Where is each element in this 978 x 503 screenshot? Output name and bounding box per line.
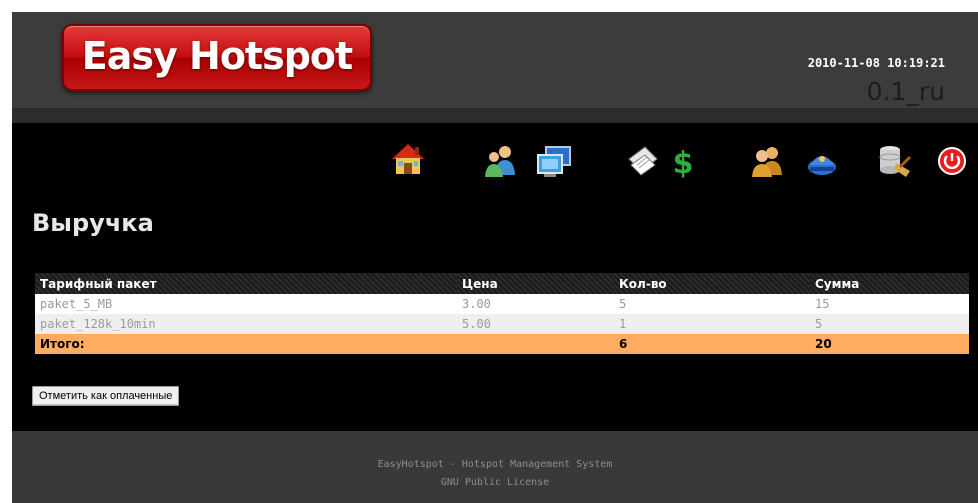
column-header-price: Цена (457, 273, 614, 294)
revenue-table: Тарифный пакет Цена Кол-во Сумма paket_5… (35, 273, 969, 354)
column-header-sum: Сумма (810, 273, 969, 294)
table-row: paket_128k_10min 5.00 1 5 (35, 314, 969, 334)
version-label: 0.1_ru (866, 77, 945, 106)
footer-license: GNU Public License (440, 477, 550, 488)
table-header-row: Тарифный пакет Цена Кол-во Сумма (35, 273, 969, 294)
power-icon[interactable] (936, 145, 972, 181)
total-price (457, 334, 614, 354)
total-qty: 6 (614, 334, 810, 354)
logo[interactable]: Easy Hotspot (62, 24, 372, 91)
footer-system-name: EasyHotspot - Hotspot Management System (377, 459, 613, 470)
sum-cell: 15 (810, 294, 969, 314)
total-sum: 20 (810, 334, 969, 354)
divider (12, 109, 978, 123)
qty-cell: 1 (614, 314, 810, 334)
police-icon[interactable] (804, 145, 840, 181)
column-header-package: Тарифный пакет (35, 273, 457, 294)
page-frame: Easy Hotspot 2010-11-08 10:19:21 0.1_ru (12, 12, 978, 503)
tickets-icon[interactable] (625, 143, 661, 179)
package-cell: paket_5_MB (35, 294, 457, 314)
sum-cell: 5 (810, 314, 969, 334)
money-icon[interactable]: $ (665, 143, 701, 179)
price-cell: 5.00 (457, 314, 614, 334)
price-cell: 3.00 (457, 294, 614, 314)
mark-as-paid-button[interactable]: Отметить как оплаченные (32, 386, 180, 406)
database-clean-icon[interactable] (876, 143, 912, 179)
table-row: paket_5_MB 3.00 5 15 (35, 294, 969, 314)
qty-cell: 5 (614, 294, 810, 314)
total-row: Итого: 6 20 (35, 334, 969, 354)
header: Easy Hotspot 2010-11-08 10:19:21 0.1_ru (12, 12, 978, 109)
admins-icon[interactable] (750, 143, 786, 179)
column-header-qty: Кол-во (614, 273, 810, 294)
users-icon[interactable] (483, 143, 519, 179)
datetime: 2010-11-08 10:19:21 (807, 56, 945, 70)
total-label: Итого: (35, 334, 457, 354)
computers-icon[interactable] (536, 143, 572, 179)
footer: EasyHotspot - Hotspot Management System … (12, 431, 978, 503)
svg-text:$: $ (673, 146, 694, 179)
main-content: $ Выручка Тарифный пакет Цена Кол-во Сум… (12, 123, 978, 431)
package-cell: paket_128k_10min (35, 314, 457, 334)
page-title: Выручка (32, 209, 154, 237)
home-icon[interactable] (390, 141, 426, 177)
